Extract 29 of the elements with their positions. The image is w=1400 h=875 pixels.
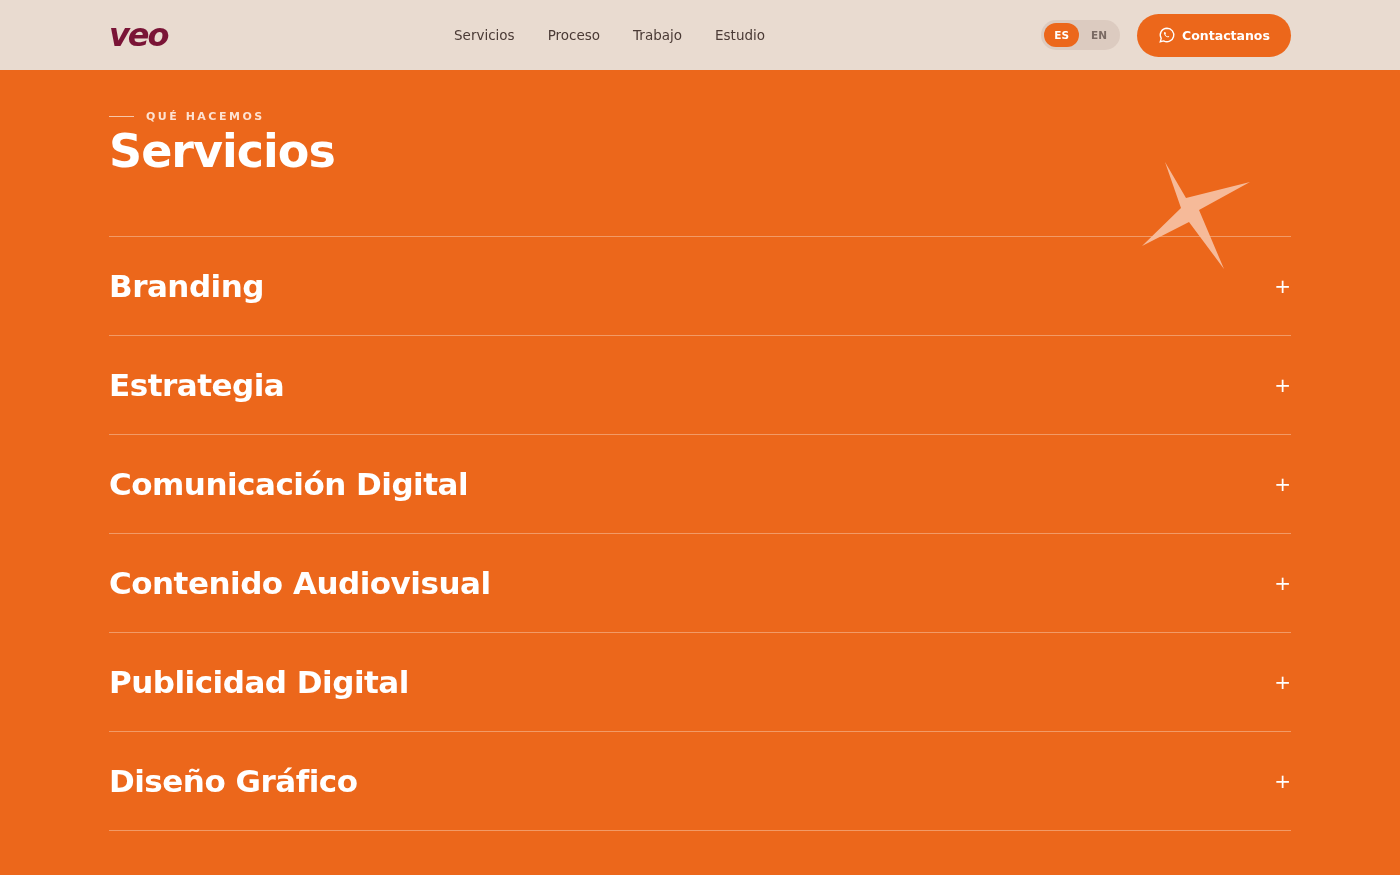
- service-row[interactable]: Comunicación Digital +: [109, 434, 1291, 534]
- service-name: Contenido Audiovisual: [109, 564, 491, 601]
- chat-bubble-icon: [1158, 26, 1177, 44]
- service-name: Comunicación Digital: [109, 465, 469, 502]
- nav-link[interactable]: Proceso: [547, 27, 601, 43]
- service-row[interactable]: Branding +: [109, 236, 1291, 336]
- service-row[interactable]: Estrategia +: [109, 335, 1291, 435]
- expand-icon: +: [1274, 372, 1291, 397]
- expand-icon: +: [1274, 669, 1291, 694]
- expand-icon: +: [1274, 570, 1291, 595]
- section-eyebrow: QUÉ HACEMOS: [146, 110, 265, 123]
- section-title: Servicios: [109, 125, 336, 178]
- language-option[interactable]: EN: [1081, 23, 1117, 47]
- expand-icon: +: [1274, 471, 1291, 496]
- expand-icon: +: [1274, 273, 1291, 298]
- contact-button[interactable]: Contactanos: [1137, 13, 1291, 57]
- service-row[interactable]: Diseño Gráfico +: [109, 731, 1291, 831]
- service-row[interactable]: Contenido Audiovisual +: [109, 533, 1291, 633]
- nav-link[interactable]: Trabajo: [633, 27, 683, 43]
- expand-icon: +: [1274, 768, 1291, 793]
- service-name: Estrategia: [109, 366, 285, 403]
- service-row[interactable]: Publicidad Digital +: [109, 632, 1291, 732]
- logo[interactable]: veo: [109, 19, 409, 51]
- nav-link[interactable]: Estudio: [715, 27, 766, 43]
- language-option[interactable]: ES: [1044, 23, 1080, 47]
- service-name: Branding: [109, 267, 264, 304]
- nav-link[interactable]: Servicios: [454, 27, 515, 43]
- service-name: Publicidad Digital: [109, 663, 409, 700]
- service-name: Diseño Gráfico: [109, 762, 358, 799]
